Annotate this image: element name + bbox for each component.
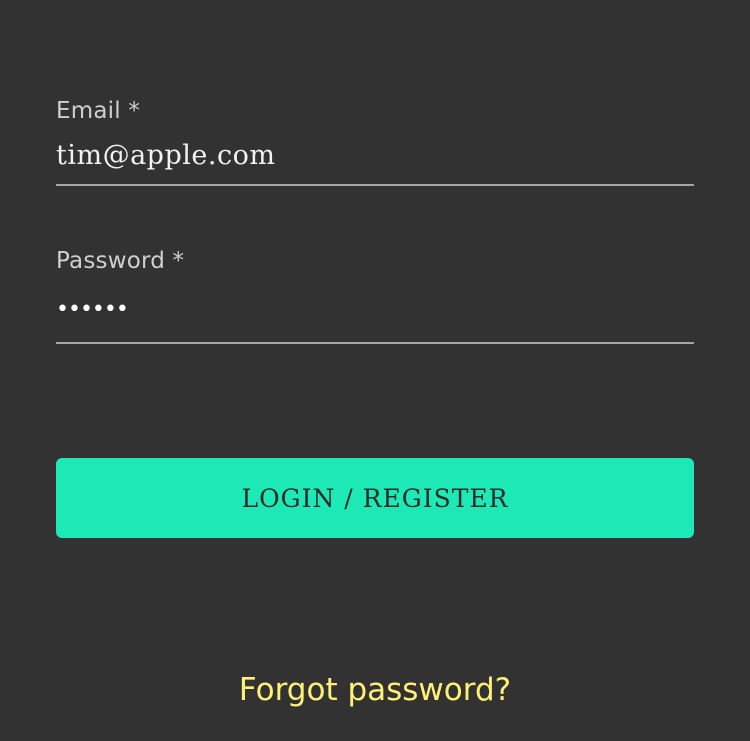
email-input[interactable] <box>56 126 694 186</box>
password-input[interactable] <box>56 276 694 344</box>
email-field-group: Email * <box>56 96 694 186</box>
password-field-group: Password * <box>56 246 694 344</box>
password-label: Password * <box>56 248 185 274</box>
login-page: Email * Password * LOGIN / REGISTER Forg… <box>0 0 750 741</box>
forgot-password-link[interactable]: Forgot password? <box>0 668 750 712</box>
login-register-button[interactable]: LOGIN / REGISTER <box>56 458 694 538</box>
email-label: Email * <box>56 98 141 124</box>
